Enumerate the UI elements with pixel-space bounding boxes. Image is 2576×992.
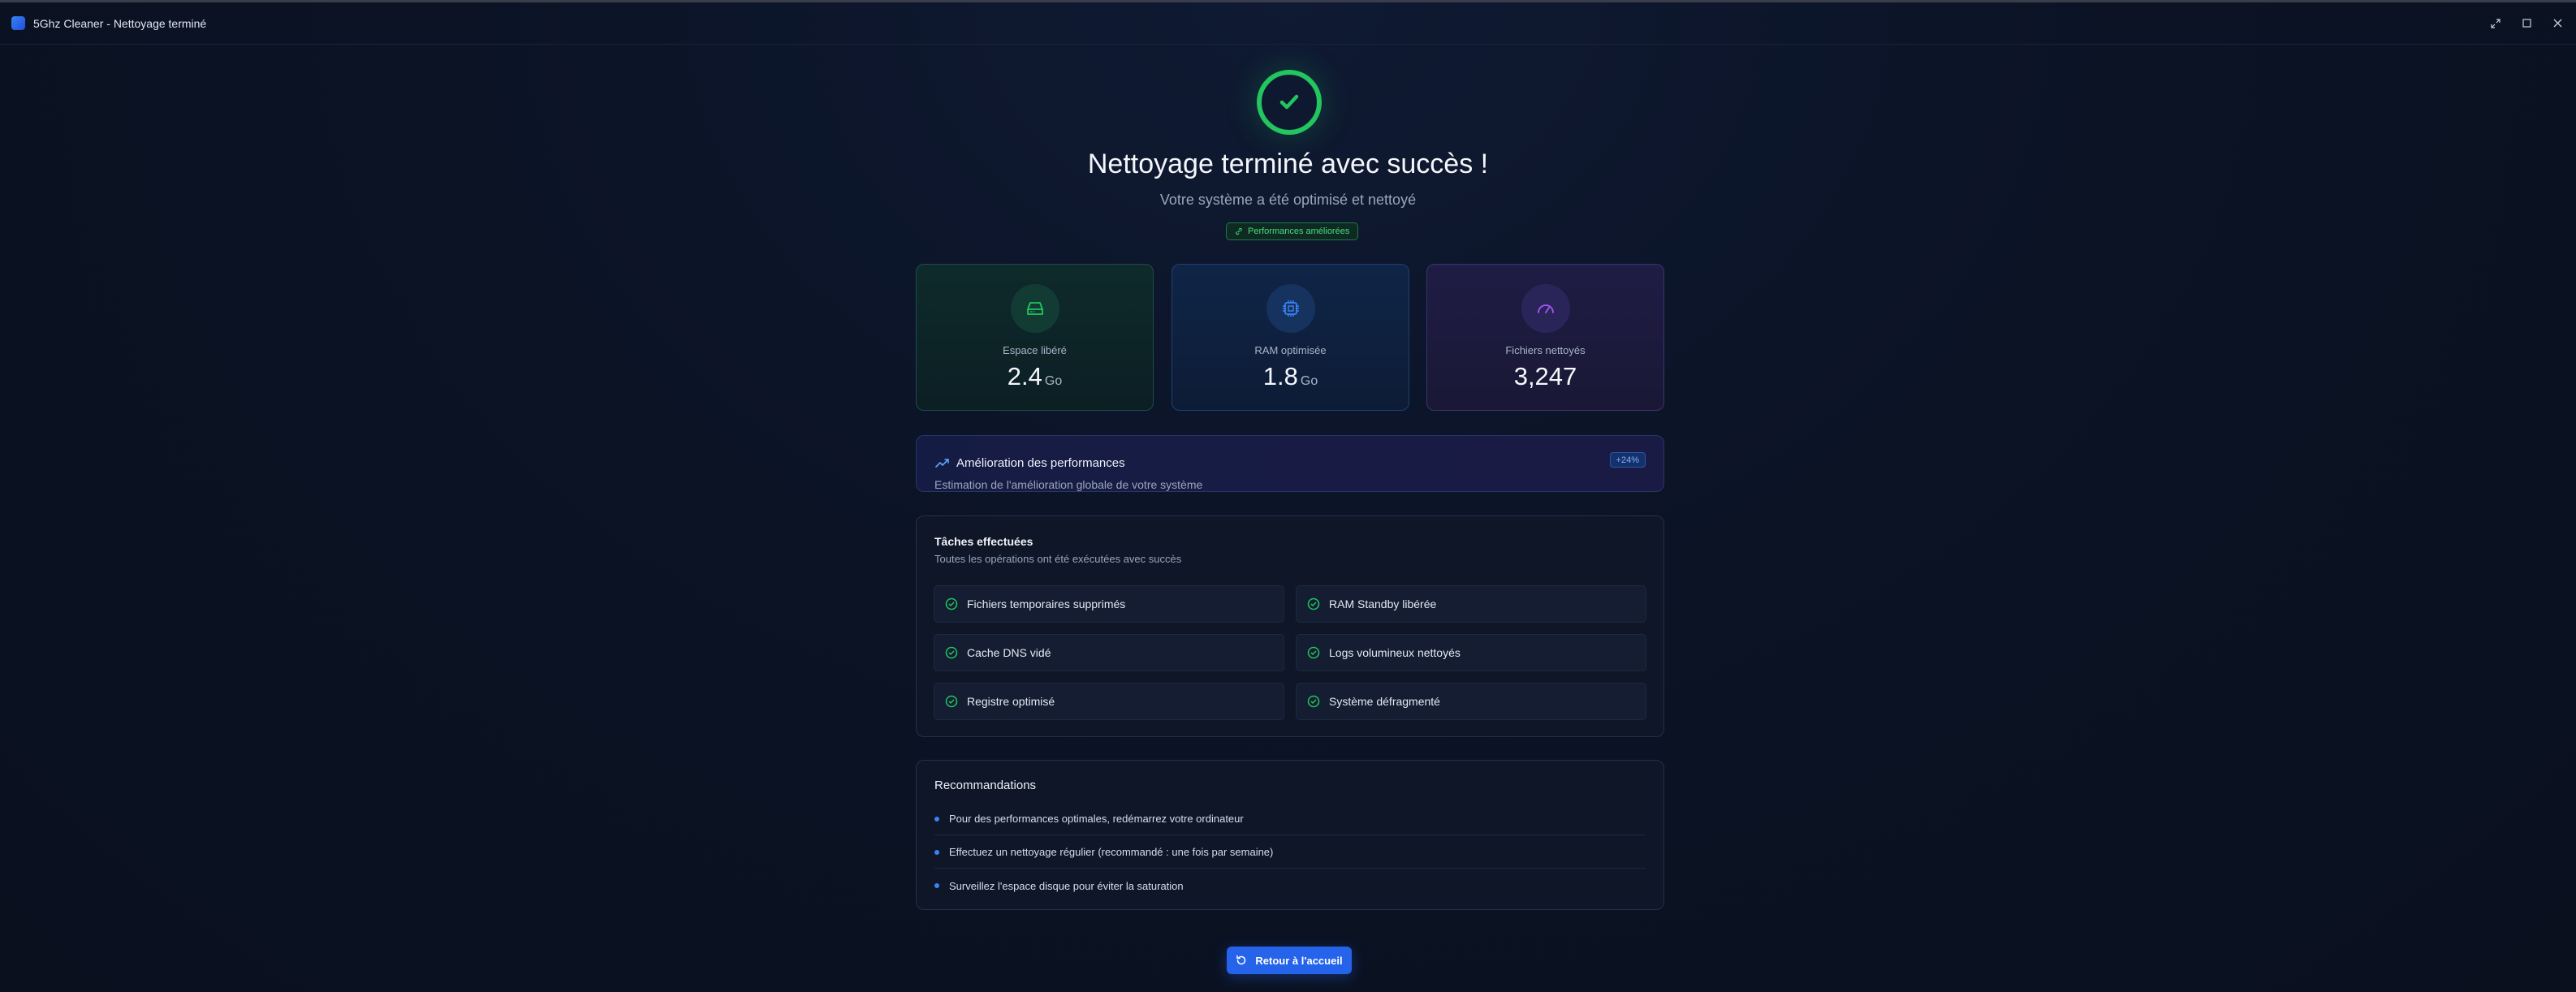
success-check-icon	[1257, 70, 1322, 135]
bullet-icon	[934, 816, 939, 822]
recommendation-item: Surveillez l'espace disque pour éviter l…	[934, 869, 1646, 902]
check-circle-icon	[1307, 646, 1320, 659]
link-icon	[1236, 227, 1242, 235]
performance-percent-badge: +24%	[1609, 452, 1646, 468]
performance-card: Amélioration des performances Estimation…	[916, 435, 1664, 492]
trending-up-icon	[935, 458, 949, 468]
maximize-icon[interactable]	[2519, 16, 2534, 31]
task-item: Logs volumineux nettoyés	[1296, 634, 1646, 671]
task-item: Cache DNS vidé	[934, 634, 1284, 671]
bullet-icon	[934, 883, 939, 888]
recommendations-card: Recommandations Pour des performances op…	[916, 760, 1664, 910]
back-home-button[interactable]: Retour à l'accueil	[1227, 947, 1352, 974]
check-circle-icon	[1307, 597, 1320, 610]
stat-value: 1.8 Go	[1262, 362, 1318, 390]
check-circle-icon	[945, 695, 958, 708]
stat-value: 3,247	[1513, 362, 1577, 390]
app-logo-icon	[11, 16, 25, 30]
stat-value: 2.4 Go	[1007, 362, 1063, 390]
stat-card-files: Fichiers nettoyés 3,247	[1426, 264, 1664, 411]
recommendation-item: Effectuez un nettoyage régulier (recomma…	[934, 836, 1646, 869]
check-circle-icon	[945, 646, 958, 659]
bullet-icon	[934, 849, 939, 855]
title-bar: 5Ghz Cleaner - Nettoyage terminé	[0, 2, 2576, 45]
page-subtitle: Votre système a été optimisé et nettoyé	[1159, 192, 1417, 208]
refresh-icon	[1236, 955, 1246, 965]
stat-label: RAM optimisée	[1254, 344, 1327, 356]
page-title: Nettoyage terminé avec succès !	[1087, 149, 1489, 179]
fullscreen-icon[interactable]	[2488, 16, 2503, 31]
recommendations-title: Recommandations	[934, 779, 1037, 792]
performance-title: Amélioration des performances	[935, 456, 1125, 470]
performance-subtitle: Estimation de l'amélioration globale de …	[934, 478, 1203, 491]
stat-card-space: Espace libéré 2.4 Go	[916, 264, 1154, 411]
cpu-chip-icon	[1266, 284, 1315, 333]
tasks-card: Tâches effectuées Toutes les opérations …	[916, 515, 1664, 737]
performance-badge: Performances améliorées	[1226, 222, 1359, 240]
close-icon[interactable]	[2550, 16, 2565, 31]
back-home-label: Retour à l'accueil	[1255, 954, 1343, 967]
stat-card-ram: RAM optimisée 1.8 Go	[1171, 264, 1409, 411]
tasks-subtitle: Toutes les opérations ont été exécutées …	[934, 553, 1182, 565]
performance-badge-label: Performances améliorées	[1248, 226, 1350, 236]
task-item: Registre optimisé	[934, 683, 1284, 720]
task-item: Fichiers temporaires supprimés	[934, 585, 1284, 623]
window-title: 5Ghz Cleaner - Nettoyage terminé	[33, 16, 207, 30]
window-controls	[2488, 16, 2565, 31]
task-item: RAM Standby libérée	[1296, 585, 1646, 623]
stat-label: Fichiers nettoyés	[1505, 344, 1586, 356]
check-circle-icon	[1307, 695, 1320, 708]
stat-label: Espace libéré	[1003, 344, 1067, 356]
gauge-icon	[1521, 284, 1570, 333]
task-item: Système défragmenté	[1296, 683, 1646, 720]
check-circle-icon	[945, 597, 958, 610]
hard-drive-icon	[1011, 284, 1059, 333]
recommendation-item: Pour des performances optimales, redémar…	[934, 803, 1646, 835]
tasks-title: Tâches effectuées	[934, 535, 1033, 548]
